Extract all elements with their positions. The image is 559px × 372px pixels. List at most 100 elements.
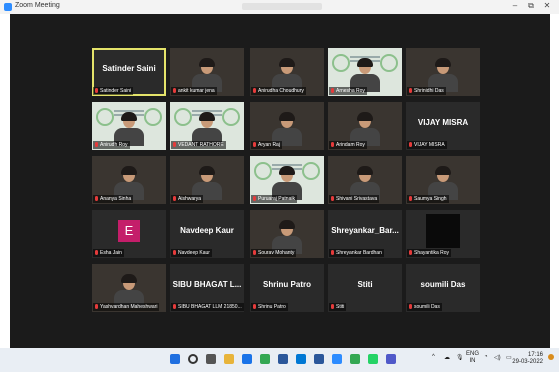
chrome-icon[interactable] <box>350 354 360 364</box>
participant-name: VEDANT RATHORE <box>178 142 224 148</box>
mic-muted-icon <box>409 250 412 255</box>
files-icon[interactable] <box>224 354 234 364</box>
mic-muted-icon <box>253 142 256 147</box>
store-icon[interactable] <box>278 354 288 364</box>
drag-handle[interactable] <box>242 3 322 10</box>
restore-button[interactable]: ⧉ <box>524 1 538 11</box>
chrome-icon[interactable] <box>260 354 270 364</box>
participant-tile-vijay[interactable]: VIJAY MISRA VIJAY MISRA <box>406 102 480 150</box>
mic-muted-icon <box>409 88 412 93</box>
battery-icon[interactable]: ▭ <box>506 354 512 361</box>
participant-tile-sibu[interactable]: SIBU BHAGAT L... SIBU BHAGAT LLM 21850... <box>170 264 244 312</box>
participant-tile-puruaraj[interactable]: Puruaraj Patnaik <box>250 156 324 204</box>
participant-display-name: VIJAY MISRA <box>417 118 469 127</box>
participant-name-label: Satinder Saini <box>93 87 134 95</box>
time-label: 17:16 <box>527 352 543 358</box>
person-hair <box>121 166 137 175</box>
participant-tile-shivani[interactable]: Shivani Srivastava <box>328 156 402 204</box>
participant-name: Puruaraj Patnaik <box>258 196 295 202</box>
participant-tile-vedant[interactable]: VEDANT RATHORE <box>170 102 244 150</box>
background-logo <box>332 54 350 72</box>
participant-tile-shreyankar[interactable]: Shreyankar_Bar... Shreyankar Bardhan <box>328 210 402 258</box>
participant-display-name: Stiti <box>357 280 373 289</box>
zoom-icon[interactable] <box>332 354 342 364</box>
person-hair <box>279 58 295 67</box>
participant-name: Sourav Mohanty <box>258 250 295 256</box>
chevron-up-icon[interactable]: ^ <box>432 354 435 360</box>
mail-icon[interactable] <box>296 354 306 364</box>
participant-tile-ankit[interactable]: ankit kumar jena <box>170 48 244 96</box>
mic-muted-icon <box>95 196 98 201</box>
participant-name: Yashvardhan Maheshwari <box>100 304 158 310</box>
participant-display-name: SIBU BHAGAT L... <box>172 280 242 289</box>
person-hair <box>357 112 373 121</box>
minimize-button[interactable]: – <box>508 1 522 10</box>
window-title: Zoom Meeting <box>15 2 60 9</box>
participant-tile-aishwarya[interactable]: Aishwarya <box>170 156 244 204</box>
background-logo <box>302 162 320 180</box>
mic-muted-icon <box>173 142 176 147</box>
volume-icon[interactable]: ◁) <box>494 354 501 361</box>
participant-tile-esha[interactable]: E Esha Jain <box>92 210 166 258</box>
clock[interactable]: 17:16 29-03-2022 <box>512 352 543 366</box>
background-logo <box>254 162 272 180</box>
cloud-icon[interactable]: ☁ <box>444 354 450 361</box>
zoom-icon <box>4 3 12 11</box>
participant-tile-saumya[interactable]: Saumya Singh <box>406 156 480 204</box>
participant-tile-arindam[interactable]: Arindam Roy <box>328 102 402 150</box>
participant-name: soumili Das <box>414 304 440 310</box>
participant-tile-yashvardhan[interactable]: Yashvardhan Maheshwari <box>92 264 166 312</box>
participant-name-label: Anirudh Roy <box>93 141 130 149</box>
participant-name-label: soumili Das <box>407 303 442 311</box>
word-icon[interactable] <box>314 354 324 364</box>
title-bar: Zoom Meeting – ⧉ ✕ <box>0 0 559 14</box>
mic-muted-icon <box>409 304 412 309</box>
mic-muted-icon <box>409 142 412 147</box>
teams-icon[interactable] <box>386 354 396 364</box>
participant-name: Shayantika Roy <box>414 250 450 256</box>
participant-name-label: Ananya Sinha <box>93 195 134 203</box>
close-button[interactable]: ✕ <box>540 1 554 10</box>
participant-tile-aryan[interactable]: Aryan Raj <box>250 102 324 150</box>
participant-tile-shrinu[interactable]: Shrinu Patro Shrinu Patro <box>250 264 324 312</box>
participant-name: Shrinu Patro <box>258 304 286 310</box>
mic-muted-icon <box>331 88 334 93</box>
mic-muted-icon <box>409 196 412 201</box>
participant-name-label: Shrinu Patro <box>251 303 288 311</box>
notification-icon[interactable] <box>548 354 554 360</box>
participant-tile-anindo[interactable]: Anirudh Roy <box>92 102 166 150</box>
participant-tile-stiti[interactable]: Stiti Stiti <box>328 264 402 312</box>
mic-muted-icon <box>331 304 334 309</box>
participant-display-name: soumili Das <box>420 280 466 289</box>
edge-icon[interactable] <box>242 354 252 364</box>
mic-muted-icon <box>253 88 256 93</box>
region-label: IN <box>469 358 476 364</box>
participant-tile-arnesha[interactable]: Arnesha Roy <box>328 48 402 96</box>
language-indicator[interactable]: ENG IN <box>466 351 479 365</box>
participant-tile-sourav[interactable]: Sourav Mohanty <box>250 210 324 258</box>
participant-name-label: Aishwarya <box>171 195 204 203</box>
search-icon[interactable] <box>188 354 198 364</box>
mic-muted-icon <box>253 196 256 201</box>
participant-display-name: Navdeep Kaur <box>180 226 234 235</box>
participant-tile-shrinidhi[interactable]: Shrinidhi Das <box>406 48 480 96</box>
participant-name: Anirudh Roy <box>100 142 128 148</box>
mic-icon[interactable]: 🎙 <box>456 354 464 361</box>
whatsapp-icon[interactable] <box>368 354 378 364</box>
wifi-icon[interactable]: ◔ <box>484 354 488 360</box>
participant-tile-satinder[interactable]: Satinder Saini Satinder Saini <box>92 48 166 96</box>
windows-icon[interactable] <box>170 354 180 364</box>
mic-muted-icon <box>173 304 176 309</box>
participant-name-label: Puruaraj Patnaik <box>251 195 297 203</box>
participant-tile-anirudha[interactable]: Anirudha Choudhury <box>250 48 324 96</box>
participant-display-name: Shrinu Patro <box>262 280 311 289</box>
participant-tile-navdeep[interactable]: Navdeep Kaur Navdeep Kaur <box>170 210 244 258</box>
participant-tile-shayantika[interactable]: Shayantika Roy <box>406 210 480 258</box>
participant-tile-soumili[interactable]: soumili Das soumili Das <box>406 264 480 312</box>
person-hair <box>357 58 373 67</box>
participant-name: Aryan Raj <box>258 142 280 148</box>
person-hair <box>357 166 373 175</box>
taskview-icon[interactable] <box>206 354 216 364</box>
participant-name: ankit kumar jena <box>178 88 215 94</box>
participant-tile-ananya[interactable]: Ananya Sinha <box>92 156 166 204</box>
